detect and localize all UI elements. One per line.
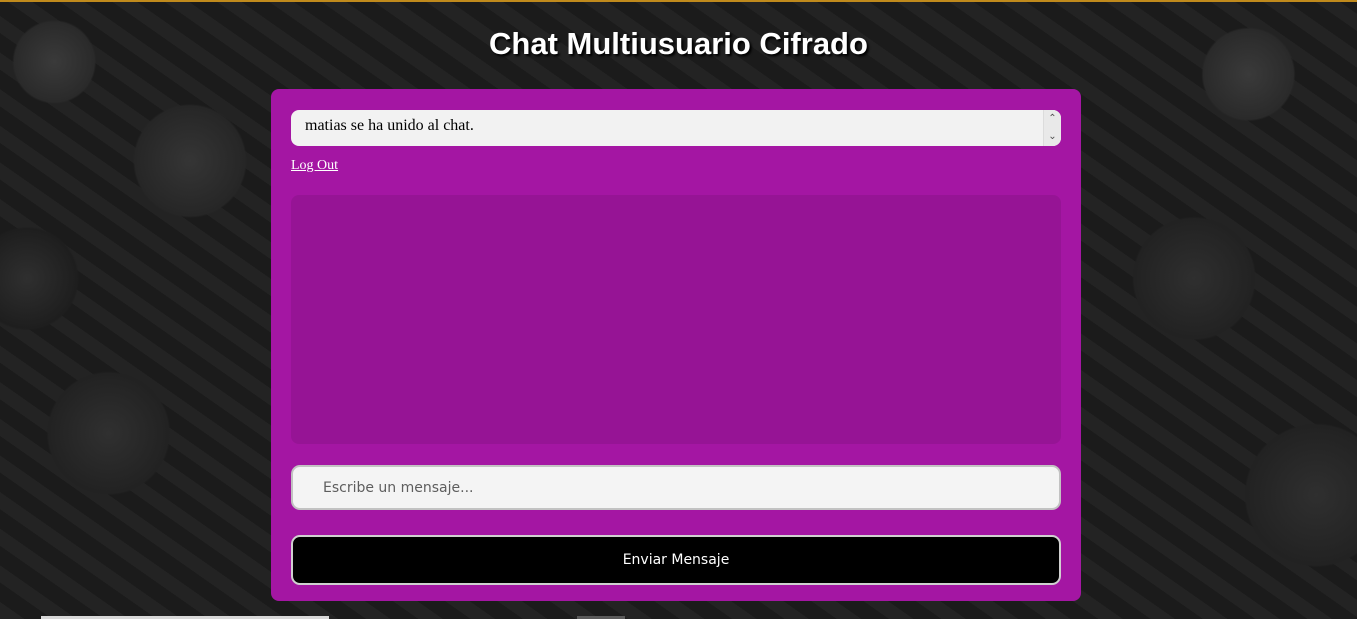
message-input[interactable] [291, 465, 1061, 510]
page-title: Chat Multiusuario Cifrado [489, 26, 868, 61]
send-message-button[interactable]: Enviar Mensaje [291, 535, 1061, 585]
notice-scrollbar[interactable]: ⌃ ⌄ [1043, 110, 1061, 146]
notice-text: matias se ha unido al chat. [305, 117, 474, 134]
notice-box[interactable]: matias se ha unido al chat. ⌃ ⌄ [291, 110, 1061, 146]
logout-link[interactable]: Log Out [291, 158, 338, 174]
chevron-down-icon[interactable]: ⌄ [1044, 128, 1061, 145]
top-accent-line [0, 0, 1357, 2]
messages-area[interactable] [291, 195, 1061, 444]
chevron-up-icon[interactable]: ⌃ [1044, 110, 1061, 127]
chat-panel: matias se ha unido al chat. ⌃ ⌄ Log Out … [271, 89, 1081, 601]
